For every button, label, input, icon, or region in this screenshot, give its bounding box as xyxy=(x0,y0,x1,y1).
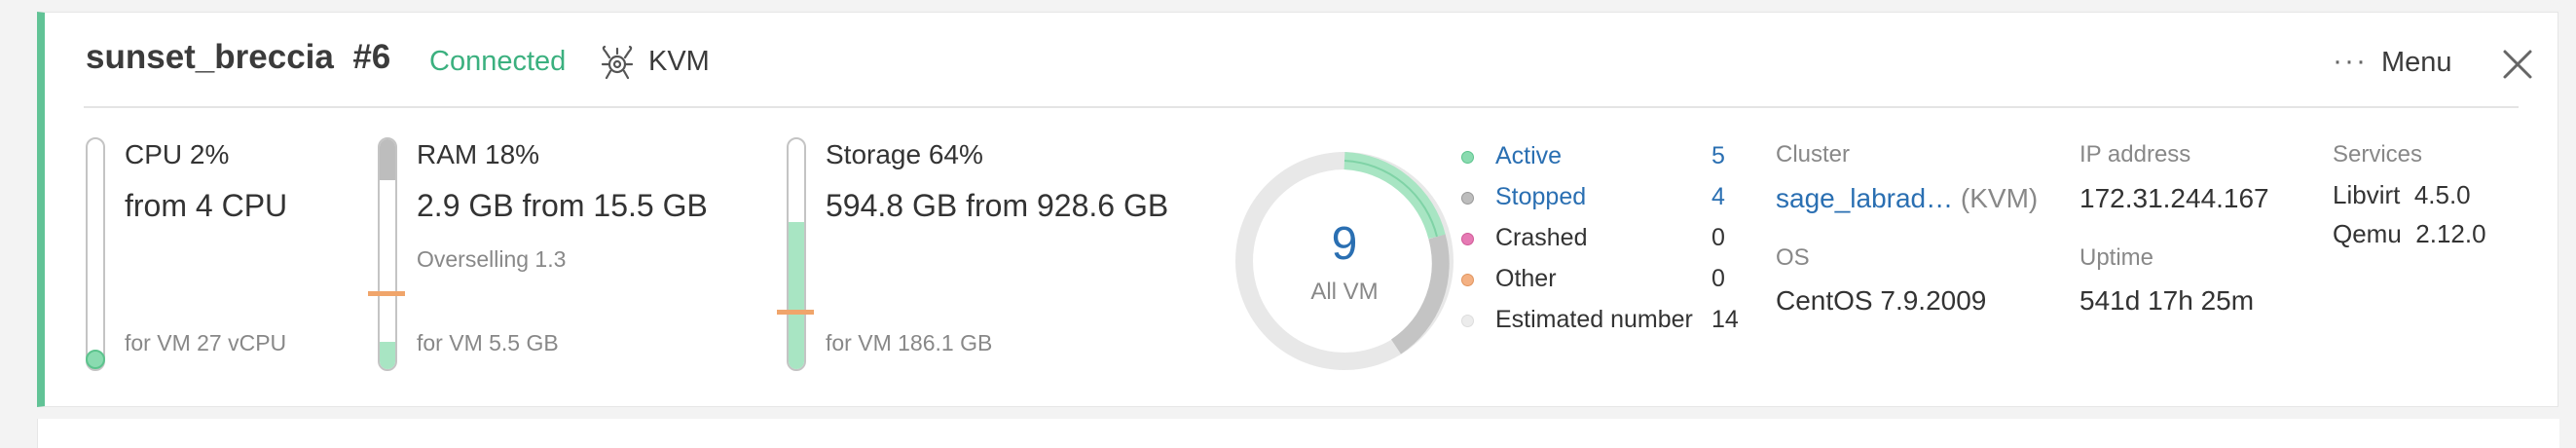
cluster-type: (KVM) xyxy=(1960,183,2039,213)
storage-used-segment xyxy=(789,221,804,369)
kvm-icon xyxy=(601,45,634,80)
legend-value-other: 0 xyxy=(1711,265,1725,292)
uptime-value: 541d 17h 25m xyxy=(2079,285,2255,316)
close-icon[interactable] xyxy=(2501,48,2534,81)
ip-value: 172.31.244.167 xyxy=(2079,183,2269,213)
cluster-label: Cluster xyxy=(1776,141,1851,168)
server-number: #6 xyxy=(352,38,391,76)
os-label: OS xyxy=(1776,244,1810,271)
legend-value-stopped[interactable]: 4 xyxy=(1711,183,1725,211)
ram-value: 2.9 GB from 15.5 GB xyxy=(417,188,708,223)
ram-title: RAM 18% xyxy=(417,139,540,169)
legend-dot-stopped xyxy=(1461,192,1474,205)
cluster-link[interactable]: sage_labrad… xyxy=(1776,183,1953,213)
connection-status: Connected xyxy=(429,46,567,77)
hypervisor-label: KVM xyxy=(648,46,710,77)
legend-dot-crashed xyxy=(1461,233,1474,245)
storage-value: 594.8 GB from 928.6 GB xyxy=(826,188,1169,223)
legend-dot-other xyxy=(1461,274,1474,286)
ellipsis-icon[interactable]: ··· xyxy=(2333,47,2368,76)
server-name[interactable]: sunset_breccia xyxy=(86,38,334,76)
services-label: Services xyxy=(2333,141,2423,168)
service-qemu: Qemu 2.12.0 xyxy=(2333,219,2486,249)
ram-used-segment xyxy=(380,139,395,181)
cpu-footer: for VM 27 vCPU xyxy=(125,330,287,355)
legend-label-active[interactable]: Active xyxy=(1495,142,1562,170)
cluster-value: sage_labrad… (KVM) xyxy=(1776,183,2038,214)
legend-label-estimated: Estimated number xyxy=(1495,306,1693,333)
os-value: CentOS 7.9.2009 xyxy=(1776,285,1987,316)
legend-dot-active xyxy=(1461,151,1474,164)
storage-vm-marker xyxy=(777,310,814,315)
ram-usage-bar xyxy=(378,137,397,371)
service-version: 4.5.0 xyxy=(2413,180,2471,209)
header-divider xyxy=(84,106,2519,108)
server-card: sunset_breccia #6 Connected KVM ··· Menu… xyxy=(37,12,2558,407)
legend-label-crashed: Crashed xyxy=(1495,224,1588,251)
legend-value-crashed: 0 xyxy=(1711,224,1725,251)
cpu-usage-indicator xyxy=(86,350,105,369)
ram-overselling: Overselling 1.3 xyxy=(417,246,567,272)
vm-total-count: 9 xyxy=(1331,218,1358,270)
service-name: Qemu xyxy=(2333,219,2402,248)
service-name: Libvirt xyxy=(2333,180,2401,209)
cpu-usage-bar xyxy=(86,137,105,371)
storage-title: Storage 64% xyxy=(826,139,983,169)
ram-footer: for VM 5.5 GB xyxy=(417,330,559,355)
cpu-title: CPU 2% xyxy=(125,139,230,169)
legend-dot-estimated xyxy=(1461,315,1474,327)
uptime-label: Uptime xyxy=(2079,244,2154,271)
storage-usage-bar xyxy=(787,137,806,371)
ram-overselling-marker xyxy=(368,291,405,296)
legend-value-estimated: 14 xyxy=(1711,306,1739,333)
server-title[interactable]: sunset_breccia #6 xyxy=(86,38,390,77)
legend-label-other: Other xyxy=(1495,265,1557,292)
storage-footer: for VM 186.1 GB xyxy=(826,330,993,355)
vm-total-label: All VM xyxy=(1310,279,1379,305)
cpu-value: from 4 CPU xyxy=(125,188,288,223)
card-header: sunset_breccia #6 Connected KVM ··· Menu xyxy=(45,13,2558,106)
ram-vm-segment xyxy=(380,341,395,369)
legend-value-active[interactable]: 5 xyxy=(1711,142,1725,170)
legend-label-stopped[interactable]: Stopped xyxy=(1495,183,1586,211)
ip-label: IP address xyxy=(2079,141,2191,168)
menu-button[interactable]: Menu xyxy=(2381,47,2452,79)
service-libvirt: Libvirt 4.5.0 xyxy=(2333,180,2471,210)
next-card-edge xyxy=(37,419,2559,448)
service-version: 2.12.0 xyxy=(2415,219,2486,248)
